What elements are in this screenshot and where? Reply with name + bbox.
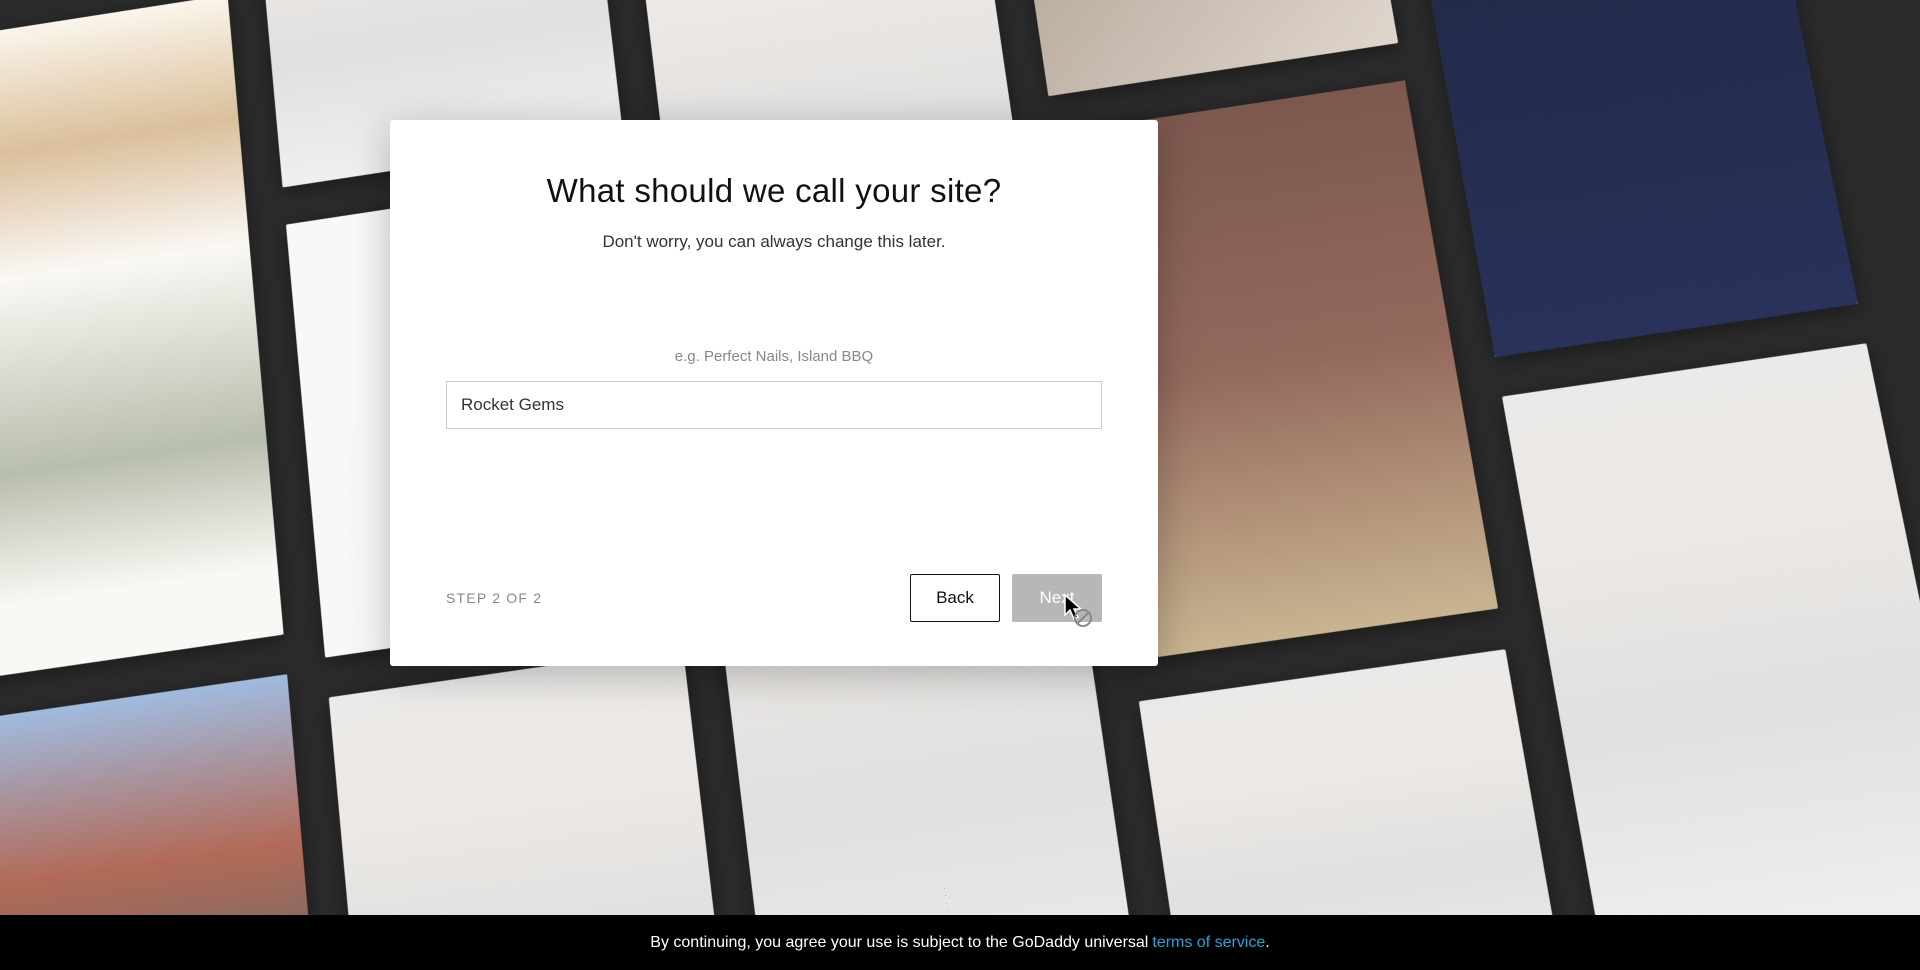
terms-text: By continuing, you agree your use is sub…	[650, 934, 1148, 952]
terms-link[interactable]: terms of service	[1152, 934, 1265, 952]
terms-suffix: .	[1265, 934, 1269, 952]
bg-template-tile	[1381, 0, 1858, 357]
bg-template-tile	[1502, 343, 1920, 970]
site-name-modal: What should we call your site? Don't wor…	[390, 120, 1158, 666]
back-button[interactable]: Back	[910, 574, 1000, 622]
modal-title: What should we call your site?	[446, 172, 1102, 210]
site-name-input[interactable]	[446, 381, 1102, 429]
bg-template-tile	[988, 0, 1398, 97]
step-indicator: STEP 2 OF 2	[446, 590, 542, 606]
bg-template-tile	[0, 0, 284, 685]
input-hint: e.g. Perfect Nails, Island BBQ	[446, 348, 1102, 365]
terms-bar: By continuing, you agree your use is sub…	[0, 915, 1920, 970]
modal-subtitle: Don't worry, you can always change this …	[446, 232, 1102, 252]
next-button[interactable]: Next	[1012, 574, 1102, 622]
